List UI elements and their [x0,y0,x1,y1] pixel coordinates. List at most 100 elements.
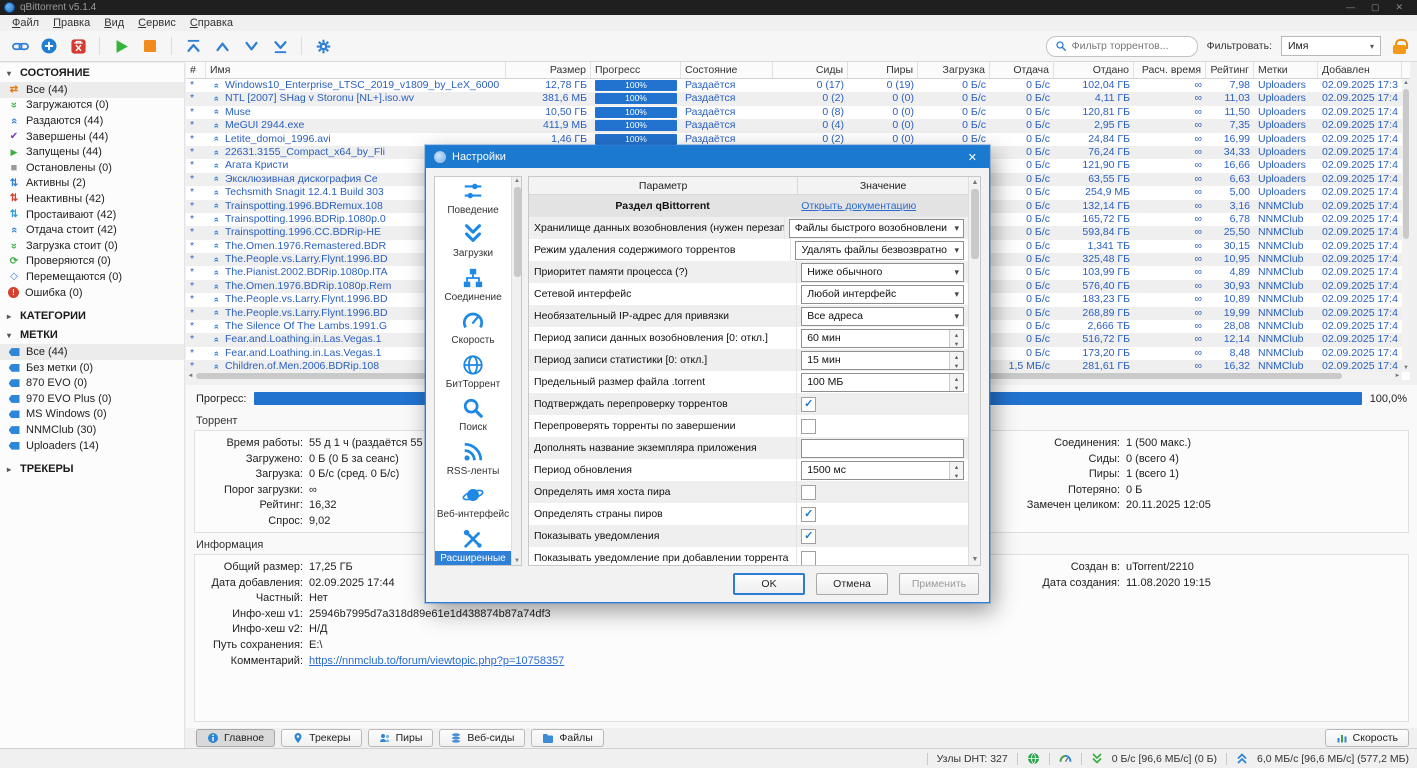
table-row[interactable]: * Windows10_Enterprise_LTSC_2019_v1809_b… [186,79,1410,92]
dialog-close-button[interactable]: ✕ [964,151,981,164]
alt-speed-limits-icon[interactable] [1059,752,1072,765]
sidebar-tag-item[interactable]: Uploaders (14) [0,438,184,454]
torrent-filter-searchbox[interactable] [1046,36,1198,57]
table-column-header[interactable]: Рейтинг [1206,62,1254,78]
add-torrent-button[interactable] [39,36,59,56]
maximize-button[interactable]: ▢ [1371,2,1380,13]
categories-section-header[interactable]: ▸ КАТЕГОРИИ [0,306,184,325]
settings-nav-item[interactable]: Скорость [435,308,511,352]
menu-item[interactable]: Файл [5,17,46,29]
setting-value-control[interactable] [801,505,964,524]
sidebar-tag-item[interactable]: Все (44) [0,344,184,360]
table-vertical-scrollbar[interactable]: ▲ ▼ [1402,79,1410,372]
table-column-header[interactable]: Загрузка [918,62,990,78]
connection-status-icon[interactable] [1027,752,1040,765]
minimize-button[interactable]: — [1346,2,1355,13]
table-row[interactable]: * NTL [2007] SHag v Storonu [NL+].iso.wv… [186,92,1410,105]
search-input[interactable] [1072,40,1182,52]
table-column-header[interactable]: Пиры [848,62,918,78]
setting-value-control[interactable] [801,483,964,502]
setting-value-control[interactable] [801,395,964,414]
sidebar-status-item[interactable]: Ошибка (0) [0,285,184,301]
setting-value-control[interactable]: 1500 мс [801,461,964,480]
sidebar-tag-item[interactable]: Без метки (0) [0,360,184,376]
settings-nav-item[interactable]: Поиск [435,395,511,439]
speed-graph-button[interactable]: Скорость [1325,729,1409,747]
options-button[interactable] [313,36,333,56]
table-column-header[interactable]: Прогресс [591,62,681,78]
sidebar-tag-item[interactable]: 970 EVO Plus (0) [0,391,184,407]
sidebar-status-item[interactable]: Раздаются (44) [0,113,184,129]
settings-scrollbar[interactable]: ▲ ▼ [968,177,980,565]
table-column-header[interactable]: Метки [1254,62,1318,78]
sidebar-tag-item[interactable]: MS Windows (0) [0,407,184,423]
table-column-header[interactable]: Отдано [1054,62,1134,78]
setting-value-control[interactable]: 15 мин [801,351,964,370]
nav-scrollbar[interactable]: ▲ ▼ [511,177,521,565]
sidebar-status-item[interactable]: Отдача стоит (42) [0,222,184,238]
filter-field-select[interactable]: Имя▾ [1281,36,1381,56]
table-column-header[interactable]: Добавлен [1318,62,1402,78]
move-down-button[interactable] [241,36,261,56]
stop-button[interactable] [140,36,160,56]
move-up-button[interactable] [212,36,232,56]
cancel-button[interactable]: Отмена [816,573,888,595]
sidebar-status-item[interactable]: Запущены (44) [0,144,184,160]
dialog-title-bar[interactable]: Настройки ✕ [426,146,989,168]
sidebar-tag-item[interactable]: NNMClub (30) [0,422,184,438]
sidebar-status-item[interactable]: Завершены (44) [0,129,184,145]
table-column-header[interactable]: Размер [506,62,591,78]
table-column-header[interactable]: Имя [206,62,506,78]
sidebar-status-item[interactable]: Перемещаются (0) [0,269,184,285]
detail-tab[interactable]: Главное [196,729,275,747]
sidebar-status-item[interactable]: Все (44) [0,82,184,98]
lock-icon[interactable] [1392,39,1407,54]
menu-item[interactable]: Правка [46,17,97,29]
table-column-header[interactable]: # [186,62,206,78]
sidebar-status-item[interactable]: Проверяются (0) [0,254,184,270]
sidebar-status-item[interactable]: Активны (2) [0,176,184,192]
setting-value-control[interactable]: Любой интерфейс [801,285,964,304]
close-button[interactable]: ✕ [1395,2,1403,13]
table-row[interactable]: * MeGUI 2944.exe 411,9 МБ 100% Раздаётся… [186,119,1410,132]
sidebar-status-item[interactable]: Неактивны (42) [0,191,184,207]
table-column-header[interactable]: Отдача [990,62,1054,78]
tags-section-header[interactable]: ▾ МЕТКИ [0,325,184,344]
table-column-header[interactable]: Сиды [773,62,848,78]
setting-value-control[interactable]: Удалять файлы безвозвратно [795,241,964,260]
settings-nav-item[interactable]: Расширенные [435,525,511,566]
settings-nav-item[interactable]: RSS-ленты [435,438,511,482]
ok-button[interactable]: OK [733,573,805,595]
menu-item[interactable]: Справка [183,17,240,29]
table-row[interactable]: * Muse 10,50 ГБ 100% Раздаётся 0 (8) 0 (… [186,106,1410,119]
detail-tab[interactable]: Трекеры [281,729,361,747]
sidebar-tag-item[interactable]: 870 EVO (0) [0,376,184,392]
setting-value-control[interactable] [801,439,964,458]
trackers-section-header[interactable]: ▸ ТРЕКЕРЫ [0,459,184,478]
apply-button[interactable]: Применить [899,573,979,595]
setting-value-control[interactable]: Файлы быстрого возобновлени [789,219,964,238]
setting-value-control[interactable]: Ниже обычного [801,263,964,282]
resume-button[interactable] [111,36,131,56]
move-top-button[interactable] [183,36,203,56]
setting-value-control[interactable]: Все адреса [801,307,964,326]
menu-item[interactable]: Сервис [131,17,183,29]
detail-tab[interactable]: Веб-сиды [439,729,525,747]
sidebar-status-item[interactable]: Загружаются (0) [0,98,184,114]
setting-value-control[interactable] [801,417,964,436]
table-row[interactable]: * Letite_domoi_1996.avi 1,46 ГБ 100% Раз… [186,133,1410,146]
setting-value-control[interactable]: 60 мин [801,329,964,348]
setting-value-control[interactable]: 100 МБ [801,373,964,392]
detail-tab[interactable]: Файлы [531,729,603,747]
table-column-header[interactable]: Расч. время [1134,62,1206,78]
sidebar-status-item[interactable]: Остановлены (0) [0,160,184,176]
settings-nav-item[interactable]: Загрузки [435,221,511,265]
sidebar-status-item[interactable]: Загрузка стоит (0) [0,238,184,254]
settings-nav-item[interactable]: Веб-интерфейс [435,482,511,526]
settings-nav-item[interactable]: Соединение [435,264,511,308]
menu-item[interactable]: Вид [97,17,131,29]
setting-value-control[interactable] [801,549,964,567]
table-column-header[interactable]: Состояние [681,62,773,78]
settings-nav-item[interactable]: БитТоррент [435,351,511,395]
delete-torrent-button[interactable] [68,36,88,56]
